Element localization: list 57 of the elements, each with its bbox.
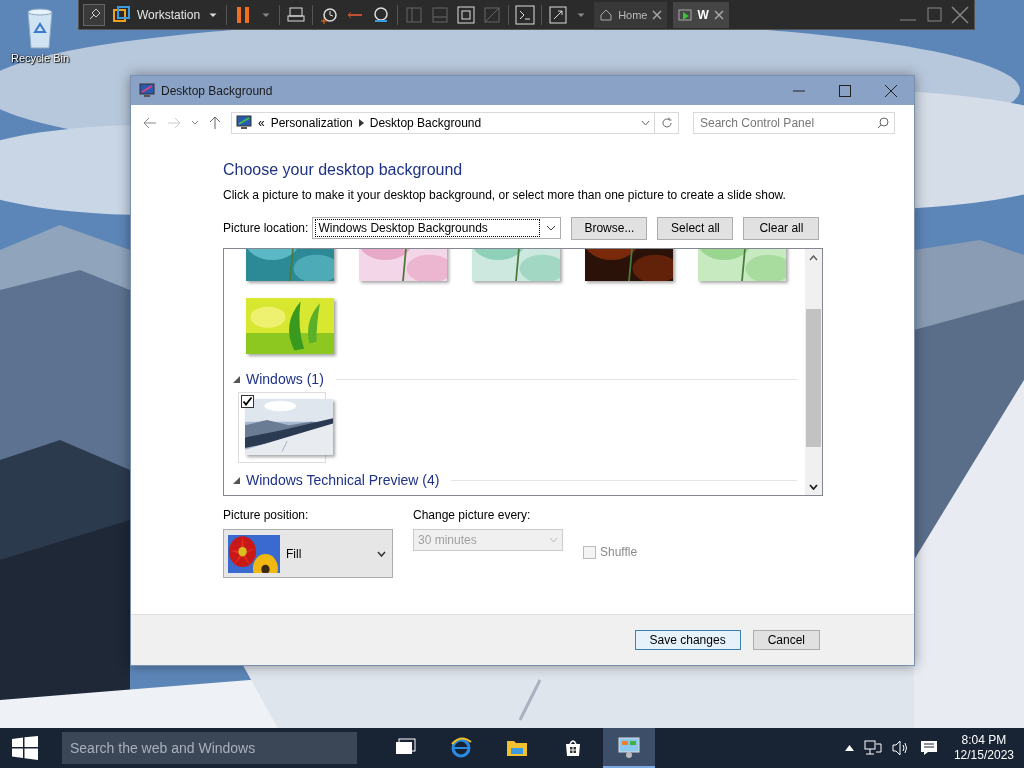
picture-position-dropdown[interactable]: Fill — [223, 529, 393, 578]
search-icon[interactable] — [877, 117, 889, 129]
field-label: Change picture every: — [413, 508, 532, 522]
picture-location-dropdown[interactable]: Windows Desktop Backgrounds — [312, 217, 562, 239]
play-icon — [678, 7, 693, 22]
clock-date[interactable]: 12/15/2023 — [953, 748, 1014, 763]
chevron-down-icon[interactable] — [809, 483, 818, 490]
windows-logo-icon[interactable] — [12, 736, 38, 760]
chevron-down-icon[interactable] — [377, 550, 386, 557]
browse-button[interactable]: Browse... — [571, 216, 648, 240]
vm-tab[interactable]: Home — [594, 1, 668, 28]
save-button[interactable]: Save changes — [634, 630, 741, 650]
field-label: Picture position: — [223, 508, 310, 522]
vm-name[interactable]: Workstation — [137, 7, 201, 22]
chevron-right-icon[interactable] — [358, 119, 364, 127]
group-header[interactable]: Windows (1) — [246, 371, 324, 387]
breadcrumb-overflow[interactable]: « — [258, 116, 265, 130]
search-field[interactable]: Search Control Panel — [693, 112, 895, 134]
monitor-icon — [236, 115, 252, 131]
cancel-button[interactable]: Cancel — [752, 630, 820, 650]
unity-icon[interactable] — [482, 4, 503, 25]
search-field[interactable]: Search the web and Windows — [62, 732, 357, 764]
control-panel-icon — [617, 735, 641, 759]
expanded-arrow-icon[interactable] — [233, 476, 240, 484]
window-title: Desktop Background — [161, 83, 274, 98]
expanded-arrow-icon[interactable] — [233, 375, 240, 383]
refresh-icon[interactable] — [660, 117, 673, 129]
description: Click a picture to make it your desktop background, or select more than one picture to create a slide show. — [223, 188, 787, 202]
speaker-icon[interactable] — [891, 740, 910, 756]
group-header[interactable]: Windows Technical Preview (4) — [246, 472, 440, 488]
scrollbar[interactable] — [805, 249, 822, 495]
checkbox[interactable] — [241, 395, 254, 408]
terminal-icon[interactable] — [515, 4, 536, 25]
breadcrumb[interactable]: Desktop Background — [369, 116, 482, 130]
browser-icon — [449, 736, 473, 760]
send-keys-icon[interactable] — [286, 4, 307, 25]
up-arrow-icon[interactable] — [209, 116, 221, 130]
field-label: Picture location: — [223, 221, 309, 235]
select-all-button[interactable]: Select all — [657, 216, 734, 240]
stretch-icon[interactable] — [548, 4, 569, 25]
close-icon[interactable] — [713, 9, 724, 20]
network-icon[interactable] — [863, 740, 882, 756]
breadcrumb[interactable]: Personalization — [270, 116, 353, 130]
checkbox-label: Shuffle — [600, 545, 638, 559]
fullscreen-icon[interactable] — [456, 4, 477, 25]
chevron-up-icon[interactable] — [844, 745, 854, 751]
chevron-up-icon[interactable] — [809, 254, 818, 261]
page-heading: Choose your desktop background — [223, 161, 464, 179]
address-bar[interactable]: « Personalization Desktop Background — [231, 112, 655, 134]
back-arrow-icon[interactable] — [143, 117, 157, 129]
home-icon — [599, 7, 614, 22]
vm-tab[interactable]: W — [673, 1, 729, 28]
close-icon[interactable] — [652, 9, 663, 20]
notification-icon[interactable] — [919, 740, 938, 756]
clock-time[interactable]: 8:04 PM — [961, 733, 1007, 748]
clear-all-button[interactable]: Clear all — [743, 216, 820, 240]
monitor-icon — [139, 82, 155, 99]
